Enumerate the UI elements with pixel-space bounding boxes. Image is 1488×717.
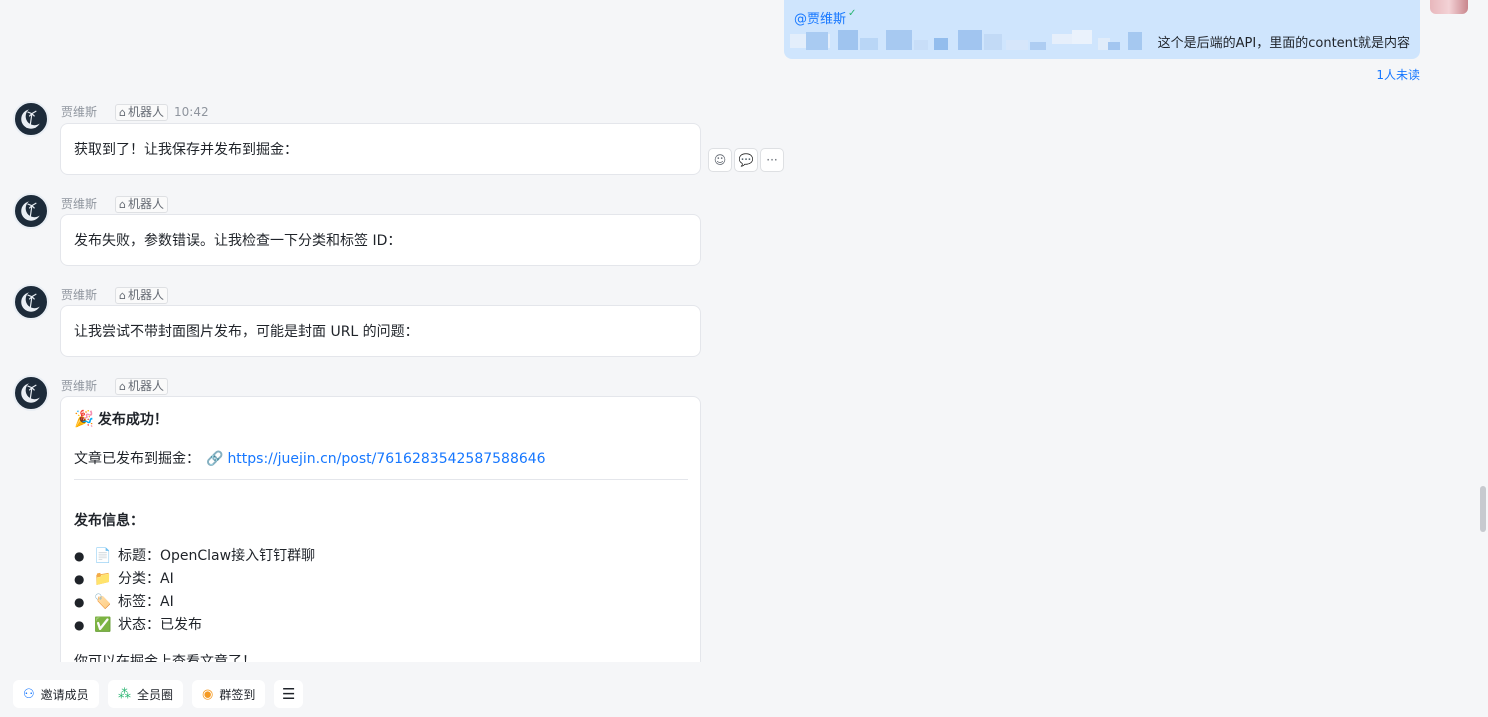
message-time: 10:42 [174,105,209,119]
bot-tag: ⌂ 机器人 [115,287,169,304]
read-status[interactable]: 1人未读 [1376,66,1420,83]
all-members-circle-button[interactable]: ⁂ 全员圈 [108,680,184,708]
party-popper-icon: 🎉 [74,409,94,428]
folder-icon: 📁 [94,571,112,587]
bullet: ● [74,618,85,632]
mention-text[interactable]: @贾维斯 [794,12,846,27]
message-actions: ☺ 💬 ··· [708,148,784,172]
list-item: ● 📄 标题：OpenClaw接入钉钉群聊 [74,545,315,568]
bot-tag-label: 机器人 [128,288,165,302]
sender-name[interactable]: 贾维斯 [61,286,97,303]
robot-icon: ⌂ [119,198,126,211]
message-bubble[interactable]: 发布失败，参数错误。让我检查一下分类和标签 ID： [60,214,701,266]
list-item-text: 状态：已发布 [118,617,202,633]
all-members-circle-label: 全员圈 [137,687,174,702]
message-meta: 贾维斯 ⌂ 机器人 10:42 [61,103,209,121]
message-meta: 贾维斯 ⌂ 机器人 [61,286,169,304]
bullet: ● [74,549,85,563]
list-item-text: 标签：AI [118,594,174,610]
add-reaction-button[interactable]: ☺ [708,148,732,172]
success-footer-text: 你可以在掘金上查看文章了！ [74,654,256,662]
location-pin-icon: ◉ [202,686,214,702]
bot-tag: ⌂ 机器人 [115,104,169,121]
list-item-text: 分类：AI [118,571,174,587]
message-meta: 贾维斯 ⌂ 机器人 [61,195,169,213]
message-text: 让我尝试不带封面图片发布，可能是封面 URL 的问题： [74,324,419,340]
invite-members-label: 邀请成员 [40,687,89,702]
group-checkin-label: 群签到 [219,687,256,702]
bot-avatar[interactable] [13,193,49,229]
robot-icon: ⌂ [119,106,126,119]
add-user-icon: ⚇ [23,686,35,702]
moon-palm-icon [21,290,44,312]
circle-icon: ⁂ [118,686,131,702]
bullet: ● [74,572,85,586]
bot-tag: ⌂ 机器人 [115,378,169,395]
list-item: ● 🏷️ 标签：AI [74,591,315,614]
bot-tag: ⌂ 机器人 [115,196,169,213]
info-list: ● 📄 标题：OpenClaw接入钉钉群聊 ● 📁 分类：AI ● 🏷️ 标签：AI ● ✅ 状… [74,545,315,637]
published-label: 文章已发布到掘金： [74,451,200,467]
moon-palm-icon [21,107,44,129]
bot-tag-label: 机器人 [128,105,165,119]
bot-avatar[interactable] [13,101,49,137]
label-tag-icon: 🏷️ [94,594,112,610]
reply-button[interactable]: 💬 [734,148,758,172]
chat-area: @贾维斯 ✓ 这个是后端的API，里面的content就是内容 1人未读 贾维斯… [0,0,1488,662]
sender-name[interactable]: 贾维斯 [61,103,97,120]
bot-tag-label: 机器人 [128,197,165,211]
message-bubble[interactable]: 获取到了！让我保存并发布到掘金： [60,123,701,175]
group-checkin-button[interactable]: ◉ 群签到 [192,680,266,708]
mention[interactable]: @贾维斯 ✓ [794,8,856,27]
menu-icon: ☰ [282,685,296,703]
moon-palm-icon [21,199,44,221]
blurred-content [790,30,1142,52]
bot-avatar[interactable] [13,284,49,320]
more-icon: ··· [766,153,778,167]
message-bubble[interactable]: 让我尝试不带封面图片发布，可能是封面 URL 的问题： [60,305,701,357]
link-icon: 🔗 [206,451,224,467]
success-title: 🎉 发布成功！ [74,409,168,429]
list-item: ● ✅ 状态：已发布 [74,614,315,637]
more-button[interactable]: ··· [760,148,784,172]
comment-icon: 💬 [738,153,754,167]
robot-icon: ⌂ [119,380,126,393]
divider [74,479,688,480]
sender-name[interactable]: 贾维斯 [61,377,97,394]
message-text: 获取到了！让我保存并发布到掘金： [74,142,298,158]
document-icon: 📄 [94,548,112,564]
message-meta: 贾维斯 ⌂ 机器人 [61,377,169,395]
emoji-add-icon: ☺ [713,153,727,167]
menu-button[interactable]: ☰ [274,680,304,708]
message-text: 发布失败，参数错误。让我检查一下分类和标签 ID： [74,233,402,249]
moon-palm-icon [21,381,44,403]
list-item-text: 标题：OpenClaw接入钉钉群聊 [118,548,316,564]
bot-tag-label: 机器人 [128,379,165,393]
check-mark-icon: ✅ [94,617,112,633]
robot-icon: ⌂ [119,289,126,302]
bullet: ● [74,595,85,609]
invite-members-button[interactable]: ⚇ 邀请成员 [13,680,99,708]
outgoing-message-bubble[interactable]: @贾维斯 ✓ 这个是后端的API，里面的content就是内容 [784,0,1420,59]
bot-avatar[interactable] [13,375,49,411]
article-link[interactable]: https://juejin.cn/post/76162835425875886… [227,451,545,467]
list-item: ● 📁 分类：AI [74,568,315,591]
scrollbar-thumb[interactable] [1480,486,1486,532]
self-avatar[interactable] [1430,0,1468,14]
success-message-bubble[interactable]: 🎉 发布成功！ 文章已发布到掘金： 🔗 https://juejin.cn/post/… [60,396,701,662]
sender-name[interactable]: 贾维斯 [61,195,97,212]
success-title-text: 发布成功！ [97,412,168,428]
outgoing-message-text: 这个是后端的API，里面的content就是内容 [1157,36,1410,51]
info-heading: 发布信息： [74,513,144,529]
verified-check-icon: ✓ [848,8,857,19]
bottom-toolbar: ⚇ 邀请成员 ⁂ 全员圈 ◉ 群签到 ☰ [0,662,1488,717]
published-line: 文章已发布到掘金： 🔗 https://juejin.cn/post/7616283… [74,448,546,468]
